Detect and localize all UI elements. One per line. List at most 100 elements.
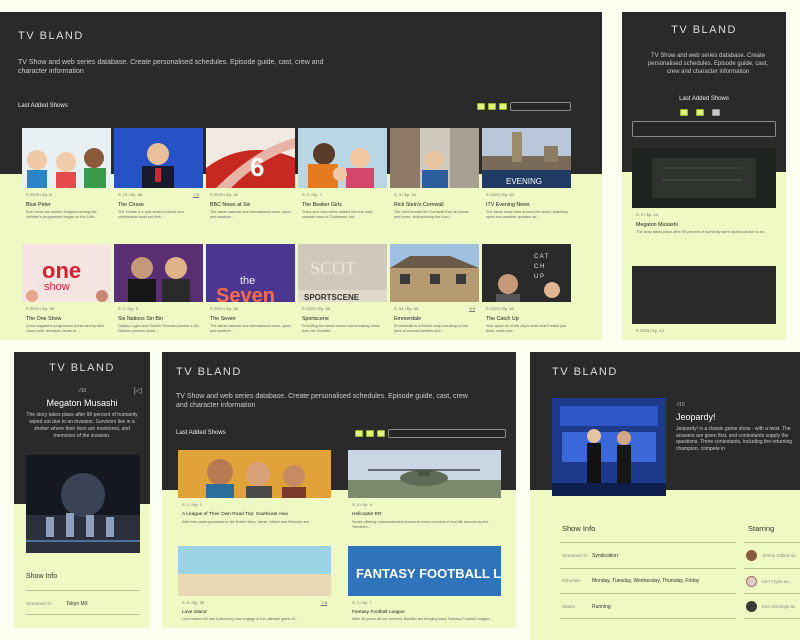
tagline: TV Show and web series database. Create … xyxy=(18,59,324,75)
view-controls xyxy=(680,109,720,116)
show-card[interactable]: S. 1 / Ep. 3 Six Nations Sin Bin Gabby L… xyxy=(114,244,203,340)
show-card[interactable]: S. 73 / Ep. 36 7.9 The Chase The Chase i… xyxy=(114,128,203,236)
show-card[interactable]: 6 © 2023 / Ep. 40 BBC News at Six The la… xyxy=(206,128,295,236)
search-input[interactable] xyxy=(388,429,506,438)
grid-view-button[interactable] xyxy=(477,103,485,110)
show-poster: one show xyxy=(22,244,111,302)
show-card[interactable]: © 2023 / Ep. 13 xyxy=(632,266,776,340)
grid-view-button[interactable] xyxy=(680,109,688,116)
show-card[interactable]: S. 4 / Ep. 4 Helicopter ER Series offeri… xyxy=(348,450,501,540)
star-filter-button[interactable] xyxy=(712,109,720,116)
grid-view-button[interactable] xyxy=(355,430,363,437)
show-title: Jeopardy! xyxy=(676,412,716,422)
brand-logo[interactable]: TV BLAND xyxy=(176,366,242,378)
brand-logo[interactable]: TV BLAND xyxy=(622,24,786,36)
svg-text:6: 6 xyxy=(250,152,264,182)
episode-meta: S. 3 / Ep. 10 xyxy=(394,192,417,197)
show-info-heading: Show Info xyxy=(562,524,596,533)
cast-avatar xyxy=(746,601,757,612)
svg-text:Seven: Seven xyxy=(216,285,275,302)
show-card[interactable]: the Seven © 2023 / Ep. 26 The Seven The l… xyxy=(206,244,295,340)
show-card[interactable]: S. 54 / Ep. 40 5.9 Emmerdale Emmerdale i… xyxy=(390,244,479,340)
show-card[interactable]: S. 1 / Ep. 2 A League of Their Own Road … xyxy=(178,450,331,540)
show-poster: FANTASY FOOTBALL LEAGUE xyxy=(348,546,501,596)
show-poster: EVENING xyxy=(482,128,571,188)
brand-logo[interactable]: TV BLAND xyxy=(18,30,84,42)
star-filter-button[interactable] xyxy=(499,103,507,110)
show-title[interactable]: Fantasy Football League xyxy=(352,610,405,615)
show-summary: Series offering unprecedented access to … xyxy=(352,520,489,529)
show-title[interactable]: The One Show xyxy=(26,316,61,322)
show-title[interactable]: Helicopter ER xyxy=(352,512,382,517)
divider xyxy=(26,590,140,591)
show-summary: Your quick hit of the day's news that'll… xyxy=(486,324,567,333)
show-card[interactable]: SCOT SPORTSCENE © 2023 / Ep. 35 Sportscen… xyxy=(298,244,387,340)
show-title[interactable]: BBC News at Six xyxy=(210,202,250,208)
show-summary: The latest national and international ne… xyxy=(210,210,291,219)
svg-text:show: show xyxy=(44,281,70,293)
cast-name[interactable]: Ken Tryon as ... xyxy=(762,579,794,584)
episode-meta: S. 9 / Ep. 35 xyxy=(182,600,205,605)
svg-text:FANTASY FOOTBALL LEAGUE: FANTASY FOOTBALL LEAGUE xyxy=(356,566,501,581)
tagline: TV Show and web series database. Create … xyxy=(647,53,769,75)
divider xyxy=(26,614,140,615)
search-input[interactable] xyxy=(632,121,776,137)
show-title[interactable]: The Beaker Girls xyxy=(302,202,342,208)
show-poster xyxy=(390,128,479,188)
cast-avatar xyxy=(746,550,757,561)
show-title[interactable]: Love Island xyxy=(182,610,207,615)
episode-meta: © 2023 / Ep. 8 xyxy=(26,192,52,197)
episode-meta: © 2023 / Ep. 35 xyxy=(302,306,330,311)
show-title[interactable]: The Catch Up xyxy=(486,316,519,322)
brand-logo[interactable]: TV BLAND xyxy=(552,366,618,378)
show-card[interactable]: © 2023 / Ep. 8 Blue Peter Ever since the… xyxy=(22,128,111,236)
svg-text:EVENING: EVENING xyxy=(506,177,542,186)
show-title[interactable]: Sportscene xyxy=(302,316,329,322)
show-title[interactable]: Six Nations Sin Bin xyxy=(118,316,163,322)
back-icon[interactable]: |◁ xyxy=(134,386,142,395)
brand-logo[interactable]: TV BLAND xyxy=(14,362,150,374)
show-poster xyxy=(632,266,776,324)
show-title[interactable]: Rick Stein's Cornwall xyxy=(394,202,444,208)
show-poster: SCOT SPORTSCENE xyxy=(298,244,387,302)
rating: 7.9 xyxy=(193,192,199,198)
search-input[interactable] xyxy=(510,102,571,111)
show-title[interactable]: The Seven xyxy=(210,316,236,322)
show-poster xyxy=(298,128,387,188)
episode-meta: S. 2 / Ep. 14 xyxy=(636,212,659,217)
svg-text:C H: C H xyxy=(534,264,544,270)
show-card[interactable]: one show © 2023 / Ep. 39 The One Show A l… xyxy=(22,244,111,340)
show-poster xyxy=(632,148,776,208)
show-info-heading: Show Info xyxy=(26,573,58,580)
show-title[interactable]: A League of Their Own Road Trip: Southea… xyxy=(182,512,288,517)
show-card[interactable]: FANTASY FOOTBALL LEAGUE S. 1 / Ep. 7 Fan… xyxy=(348,546,501,628)
cast-name[interactable]: Jimmy Gilbert as xyxy=(762,553,796,558)
list-view-button[interactable] xyxy=(366,430,374,437)
show-card[interactable]: S. 2 / Ep. 7 The Beaker Girls Tracy and … xyxy=(298,128,387,236)
episode-meta: © 2023 / Ep. 26 xyxy=(210,306,238,311)
show-title[interactable]: The Chase xyxy=(118,202,144,208)
info-value: Monday, Tuesday, Wednesday, Thursday, Fr… xyxy=(592,578,700,584)
star-filter-button[interactable] xyxy=(377,430,385,437)
show-title[interactable]: Blue Peter xyxy=(26,202,51,208)
divider xyxy=(744,542,800,543)
list-view-button[interactable] xyxy=(488,103,496,110)
starring-heading: Starring xyxy=(748,524,775,533)
episode-meta: S. 1 / Ep. 7 xyxy=(352,600,372,605)
show-card[interactable]: S. 3 / Ep. 10 Rick Stein's Cornwall The … xyxy=(390,128,479,236)
show-title[interactable]: Emmerdale xyxy=(394,316,421,322)
divider xyxy=(560,593,736,594)
show-card[interactable]: EVENING © 2023 / Ep. 40 ITV Evening News… xyxy=(482,128,571,236)
info-label: Streamed on xyxy=(26,601,52,606)
show-title[interactable]: Megaton Musashi xyxy=(636,222,678,228)
cast-name[interactable]: Ken Jennings as xyxy=(762,604,795,609)
svg-text:C A T: C A T xyxy=(534,254,549,260)
show-card[interactable]: C A T C H U P © 2023 / Ep. 40 The Catch Up… xyxy=(482,244,571,340)
info-label: Status xyxy=(562,604,575,609)
list-view-button[interactable] xyxy=(696,109,704,116)
show-card[interactable]: S. 2 / Ep. 14 Megaton Musashi The story … xyxy=(632,148,776,258)
show-card[interactable]: S. 9 / Ep. 35 7.8 Love Island Love Islan… xyxy=(178,546,331,628)
episode-meta: © 2023 / Ep. 40 xyxy=(486,306,514,311)
show-title[interactable]: ITV Evening News xyxy=(486,202,530,208)
show-poster xyxy=(390,244,479,302)
